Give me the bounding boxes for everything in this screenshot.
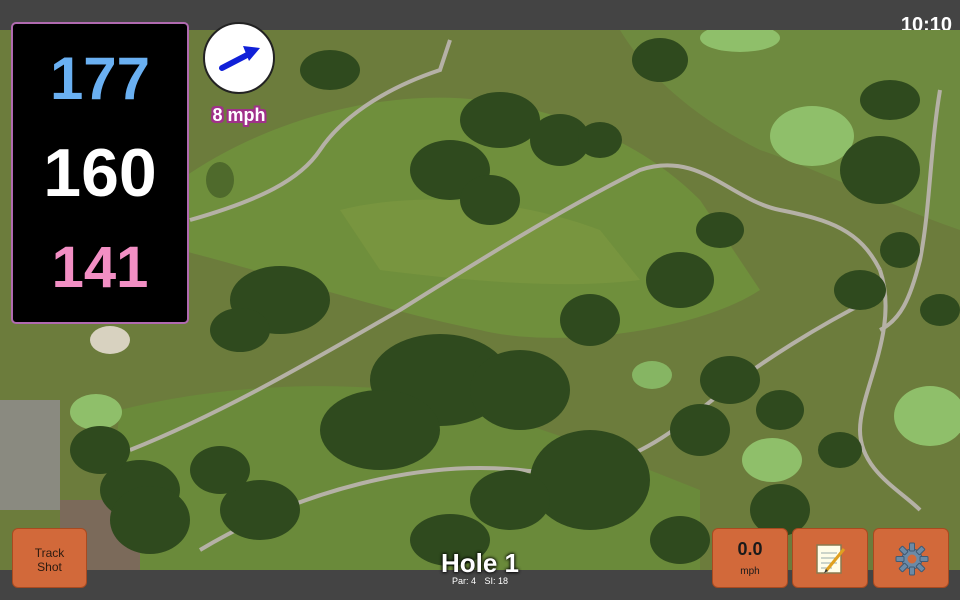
speed-button[interactable]: 0.0 mph [712, 528, 788, 588]
track-shot-label-line1: Track [34, 546, 65, 560]
wind-indicator [203, 22, 275, 94]
arrow-right-icon [219, 46, 260, 71]
distance-panel: 177 160 141 [11, 22, 189, 324]
par-label: Par: 4 [451, 576, 476, 586]
speed-value: 0.0 [737, 539, 763, 559]
notepad-icon [816, 544, 846, 574]
stroke-index-label: SI: 18 [484, 576, 509, 586]
back-distance: 177 [49, 45, 151, 112]
hole-title: Hole 1 [440, 548, 520, 578]
front-distance: 141 [51, 235, 149, 300]
notes-button[interactable] [792, 528, 868, 588]
track-shot-button[interactable]: Track Shot [12, 528, 87, 588]
settings-button[interactable] [873, 528, 949, 588]
track-shot-label-line2: Shot [37, 560, 62, 574]
middle-distance: 160 [43, 135, 157, 211]
hole-info: Par: 4 SI: 18 [380, 576, 580, 586]
speed-unit: mph [740, 566, 760, 577]
gear-icon [895, 542, 929, 576]
wind-speed-label: 8 mph [212, 105, 266, 125]
